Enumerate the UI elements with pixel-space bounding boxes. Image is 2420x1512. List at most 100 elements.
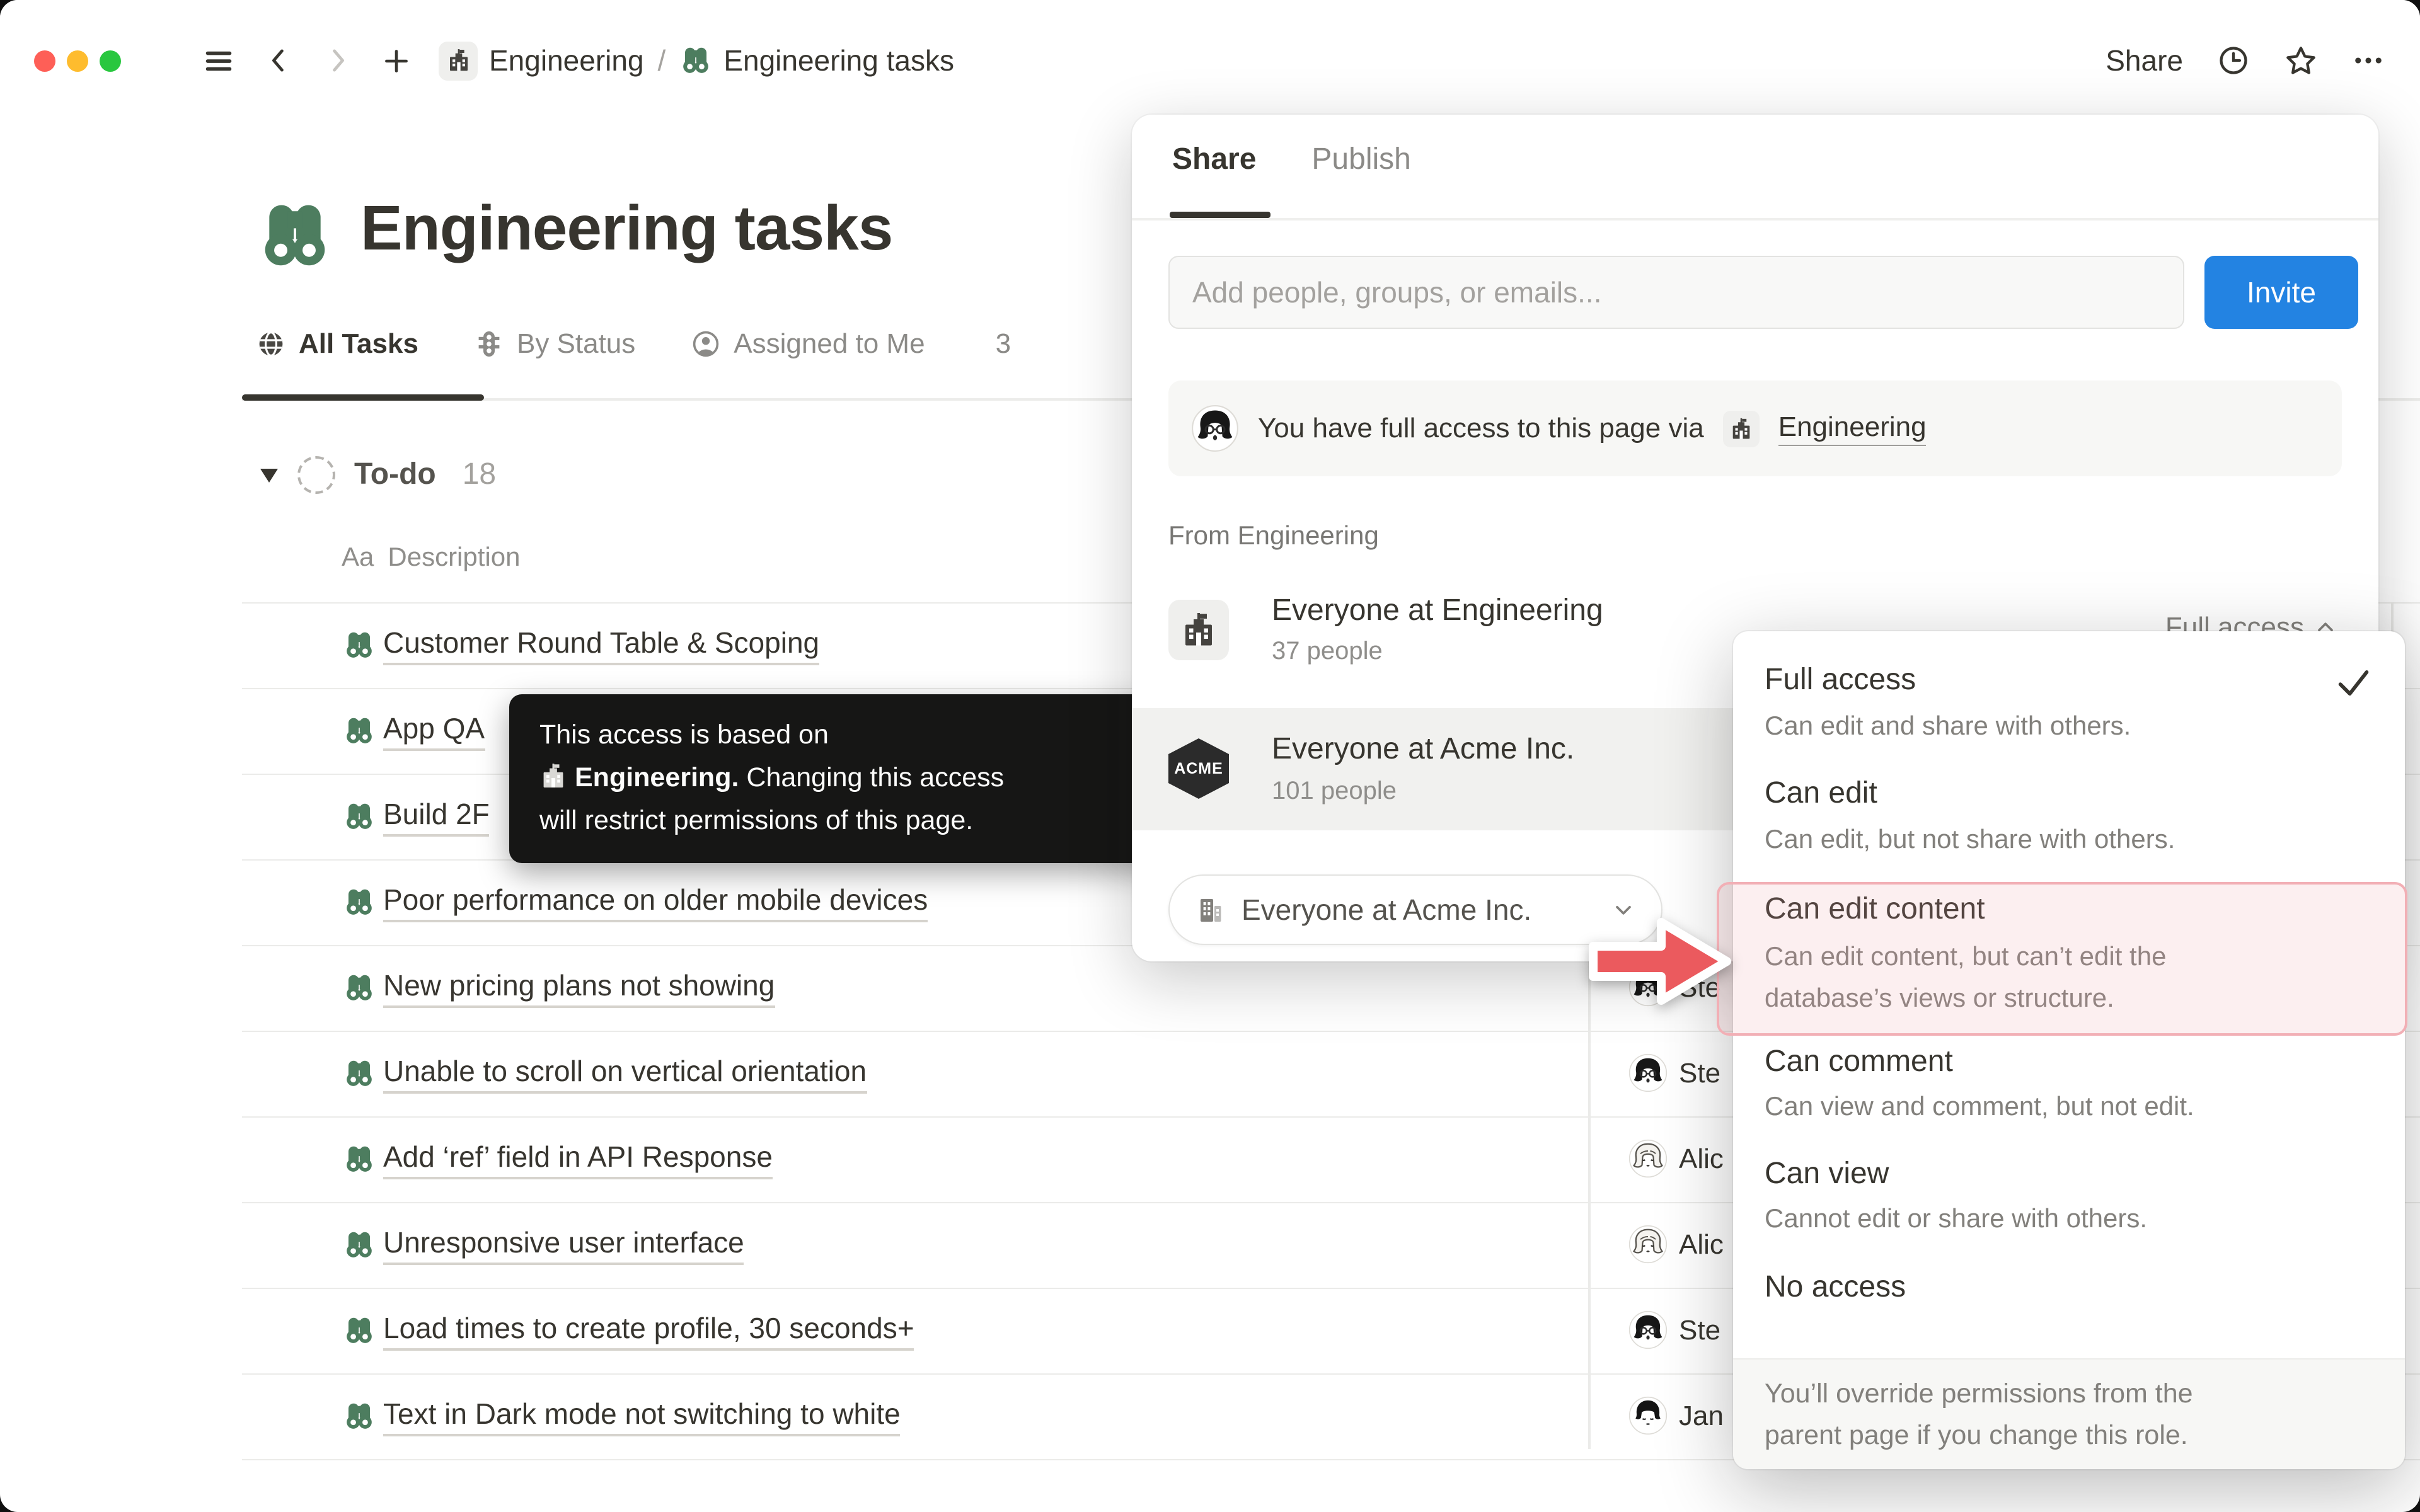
task-title[interactable]: Unable to scroll on vertical orientation	[383, 1055, 867, 1094]
acme-logo-text: ACME	[1174, 760, 1223, 777]
acme-logo: ACME	[1168, 738, 1229, 799]
menu-item-can-edit-content[interactable]: Can edit content	[1765, 891, 1985, 929]
active-tab-underline	[242, 394, 484, 401]
avatar	[1628, 1310, 1668, 1349]
tooltip-line1: This access is based on	[539, 719, 829, 750]
assignee-cell[interactable]: Alic	[1628, 1225, 1724, 1264]
assignee-cell[interactable]: Ste	[1628, 1053, 1720, 1092]
assignee-name: Ste	[1679, 1057, 1720, 1089]
task-title[interactable]: New pricing plans not showing	[383, 969, 775, 1008]
more-options-icon[interactable]	[2352, 44, 2385, 77]
assignee-cell[interactable]: Jan	[1628, 1396, 1724, 1435]
breadcrumb-parent[interactable]: Engineering	[489, 43, 644, 77]
tab-label: By Status	[517, 328, 635, 360]
favorite-star-icon[interactable]	[2284, 43, 2318, 77]
menu-item-full-access[interactable]: Full access	[1765, 662, 1916, 699]
red-arrow-annotation	[1586, 912, 1734, 1011]
group-count: 18	[463, 457, 496, 493]
task-title[interactable]: Add ‘ref’ field in API Response	[383, 1140, 773, 1179]
text-type-icon: Aa	[342, 543, 374, 573]
menu-item-desc: Can edit content, but can’t edit the dat…	[1765, 936, 2228, 1019]
section-label: From Engineering	[1168, 522, 1379, 552]
minimize-window-button[interactable]	[67, 50, 88, 72]
menu-item-can-comment[interactable]: Can comment	[1765, 1043, 1953, 1081]
school-building-icon	[539, 763, 567, 791]
task-title[interactable]: App QA	[383, 712, 485, 751]
page-title[interactable]: Engineering tasks	[360, 192, 892, 265]
avatar	[1628, 1053, 1668, 1092]
school-building-icon	[1168, 600, 1229, 660]
menu-item-can-view[interactable]: Can view	[1765, 1155, 1889, 1193]
avatar	[1628, 1396, 1668, 1435]
banner-text: You have full access to this page via	[1258, 412, 1704, 445]
menu-item-no-access[interactable]: No access	[1765, 1269, 1906, 1307]
task-title[interactable]: Poor performance on older mobile devices	[383, 883, 928, 922]
forward-icon[interactable]	[321, 44, 354, 77]
task-title[interactable]: Customer Round Table & Scoping	[383, 626, 819, 665]
binoculars-icon	[343, 971, 376, 1004]
close-window-button[interactable]	[34, 50, 55, 72]
todo-status-icon	[297, 456, 335, 494]
app-window: Engineering / Engineering tasks Share En…	[0, 0, 2420, 1512]
tab-label: All Tasks	[299, 328, 418, 360]
tab-share[interactable]: Share	[1172, 142, 1256, 178]
group-name[interactable]: To-do	[354, 457, 436, 493]
assignee-cell[interactable]: Alic	[1628, 1139, 1724, 1178]
view-tabs: All Tasks By Status Assigned to Me 3	[256, 328, 1011, 360]
assignee-name: Alic	[1679, 1228, 1724, 1261]
tooltip-line2: Changing this access	[739, 762, 1004, 793]
task-title[interactable]: Load times to create profile, 30 seconds…	[383, 1312, 914, 1351]
binoculars-icon	[343, 1228, 376, 1261]
avatar	[1628, 1139, 1668, 1178]
traffic-light-icon	[474, 329, 504, 359]
page-binoculars-icon[interactable]	[256, 197, 334, 275]
binoculars-icon	[343, 800, 376, 833]
person-circle-icon	[691, 329, 721, 359]
topbar-actions: Share	[2106, 0, 2385, 121]
tab-label: 3	[996, 328, 1011, 360]
task-title[interactable]: Unresponsive user interface	[383, 1226, 744, 1265]
menu-item-desc: Can edit and share with others.	[1765, 709, 2131, 745]
binoculars-icon	[343, 629, 376, 662]
menu-item-can-edit[interactable]: Can edit	[1765, 775, 1877, 813]
tooltip-bold: Engineering.	[575, 762, 739, 793]
window-top-bar: Engineering / Engineering tasks Share	[0, 0, 2420, 121]
collapse-caret-icon[interactable]	[260, 468, 279, 482]
breadcrumb-current[interactable]: Engineering tasks	[723, 43, 954, 77]
zoom-window-button[interactable]	[100, 50, 121, 72]
menu-item-desc: Cannot edit or share with others.	[1765, 1202, 2147, 1237]
school-building-icon	[439, 41, 478, 80]
binoculars-icon	[343, 1143, 376, 1176]
invite-button[interactable]: Invite	[2204, 256, 2358, 329]
menu-footer: You’ll override permissions from the par…	[1733, 1358, 2405, 1469]
share-tab-underline	[1170, 212, 1270, 217]
task-title[interactable]: Text in Dark mode not switching to white	[383, 1397, 901, 1436]
tab-by-status[interactable]: By Status	[474, 328, 635, 360]
column-header[interactable]: Aa Description	[342, 543, 520, 573]
add-people-input[interactable]	[1168, 256, 2184, 329]
share-dialog-tabs: Share Publish	[1172, 142, 1411, 178]
screen: Engineering / Engineering tasks Share En…	[0, 0, 2420, 1512]
binoculars-icon	[343, 1314, 376, 1347]
full-access-banner: You have full access to this page via En…	[1168, 381, 2342, 476]
assignee-cell[interactable]: Ste	[1628, 1310, 1720, 1349]
assignee-name: Alic	[1679, 1142, 1724, 1175]
sidebar-menu-icon[interactable]	[202, 43, 236, 77]
share-button[interactable]: Share	[2106, 43, 2183, 77]
tab-all-tasks[interactable]: All Tasks	[256, 328, 418, 360]
tab-overflow-count[interactable]: 3	[996, 328, 1011, 360]
task-title[interactable]: Build 2F	[383, 798, 490, 837]
back-icon[interactable]	[262, 44, 295, 77]
assignee-name: Ste	[1679, 1314, 1720, 1346]
banner-engineering-link[interactable]: Engineering	[1778, 411, 1927, 446]
tab-assigned-to-me[interactable]: Assigned to Me	[691, 328, 925, 360]
globe-icon	[256, 329, 286, 359]
audience-selector-label: Everyone at Acme Inc.	[1242, 893, 1594, 927]
tooltip-line3: will restrict permissions of this page.	[539, 805, 973, 835]
group-name: Everyone at Engineering	[1272, 593, 1603, 629]
role-menu: Full access Can edit and share with othe…	[1733, 631, 2405, 1469]
history-clock-icon[interactable]	[2217, 44, 2250, 77]
override-note: You’ll override permissions from the par…	[1765, 1373, 2233, 1457]
tab-publish[interactable]: Publish	[1311, 142, 1410, 178]
new-page-icon[interactable]	[381, 45, 412, 76]
